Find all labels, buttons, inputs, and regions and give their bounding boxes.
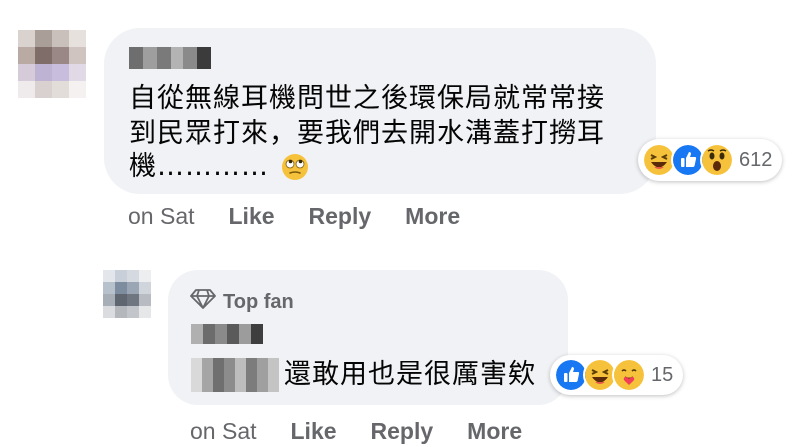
comment-text-line-3-text: 機………… [129, 151, 269, 182]
top-fan-badge: Top fan [190, 289, 294, 315]
reply-reactions[interactable]: 15 [550, 355, 684, 395]
replier-name-redacted[interactable] [191, 324, 263, 344]
commenter-avatar[interactable] [18, 30, 86, 98]
comment-like-button[interactable]: Like [229, 203, 275, 230]
comment-more-button[interactable]: More [405, 203, 460, 230]
reply-reaction-count: 15 [651, 363, 674, 386]
top-fan-label: Top fan [223, 290, 294, 313]
reply-like-button[interactable]: Like [291, 418, 337, 445]
comment-text-line-1: 自從無線耳機問世之後環保局就常常接 [129, 83, 605, 114]
comment-reaction-count: 612 [739, 148, 773, 171]
commenter-name-redacted[interactable] [129, 47, 211, 69]
reply-text: 還敢用也是很厲害欸 [284, 359, 536, 390]
mentioned-name-redacted[interactable] [191, 358, 279, 392]
comment-actions: on Sat Like Reply More [128, 203, 460, 230]
wow-reaction-icon [700, 143, 734, 177]
reply-timestamp[interactable]: on Sat [190, 418, 257, 445]
comment-reactions[interactable]: 612 [638, 139, 783, 181]
reply-reply-button[interactable]: Reply [371, 418, 434, 445]
comment-text-line-2: 到民眾打來，要我們去開水溝蓋打撈耳 [129, 118, 605, 149]
reply-actions: on Sat Like Reply More [190, 418, 522, 445]
diamond-icon [190, 289, 216, 315]
rolling-eyes-emoji-icon [281, 153, 309, 190]
comment-timestamp[interactable]: on Sat [128, 203, 195, 230]
comment-text-line-3: 機………… [129, 150, 309, 190]
reply-more-button[interactable]: More [467, 418, 522, 445]
care-reaction-icon [612, 358, 646, 392]
comment-reply-button[interactable]: Reply [309, 203, 372, 230]
replier-avatar[interactable] [103, 270, 151, 318]
